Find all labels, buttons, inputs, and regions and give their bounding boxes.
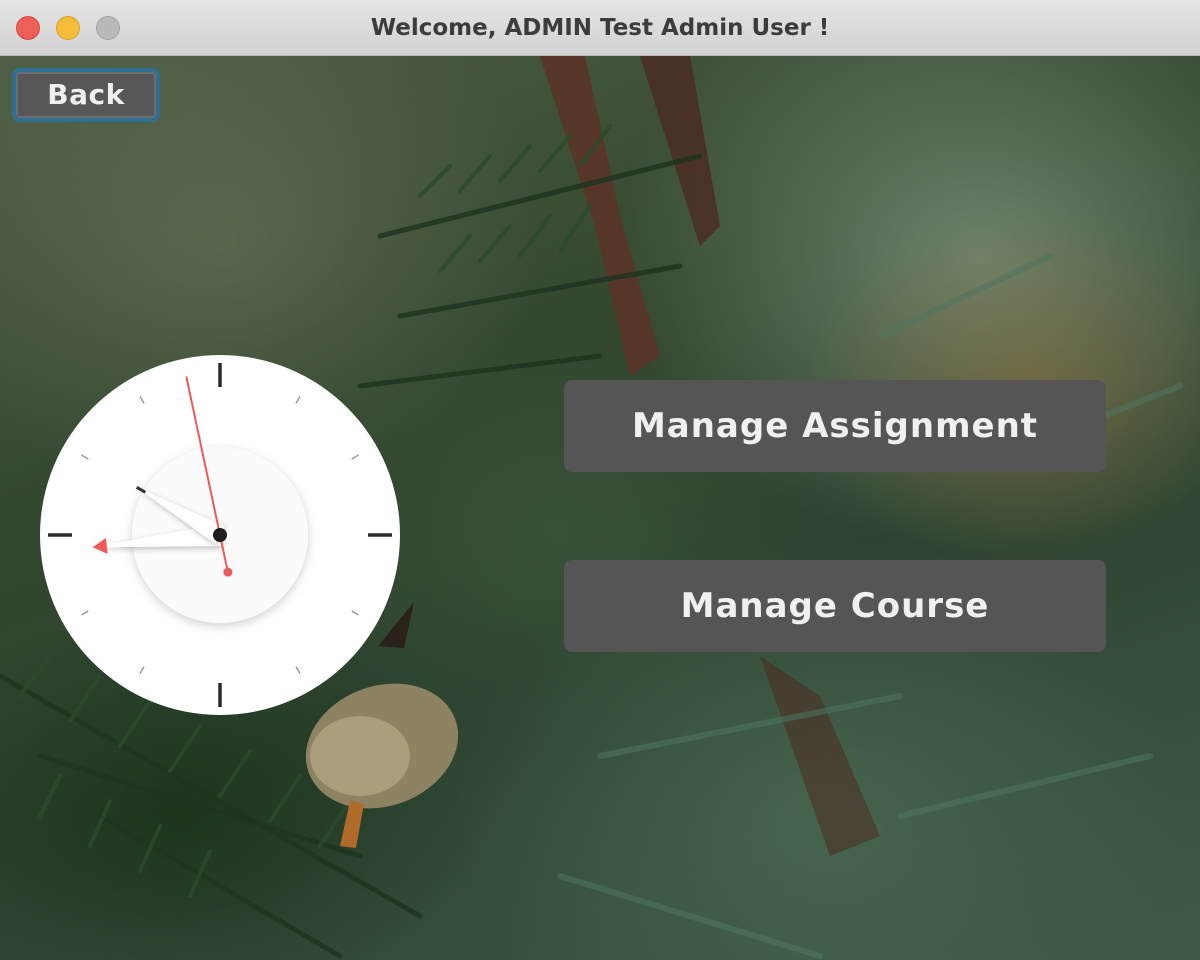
maximize-window-button[interactable] [96,16,120,40]
close-window-button[interactable] [16,16,40,40]
window-title: Welcome, ADMIN Test Admin User ! [370,15,830,41]
analog-clock [40,355,400,715]
main-content: Back Manage Assignment Manage Course [0,56,1200,960]
manage-course-button[interactable]: Manage Course [564,560,1106,652]
clock-center-pin [213,528,227,542]
app-window: Welcome, ADMIN Test Admin User ! Back Ma… [0,0,1200,960]
minimize-window-button[interactable] [56,16,80,40]
manage-assignment-button[interactable]: Manage Assignment [564,380,1106,472]
back-button[interactable]: Back [12,68,160,122]
title-bar[interactable]: Welcome, ADMIN Test Admin User ! [0,0,1200,56]
second-hand-counterweight [223,567,233,577]
